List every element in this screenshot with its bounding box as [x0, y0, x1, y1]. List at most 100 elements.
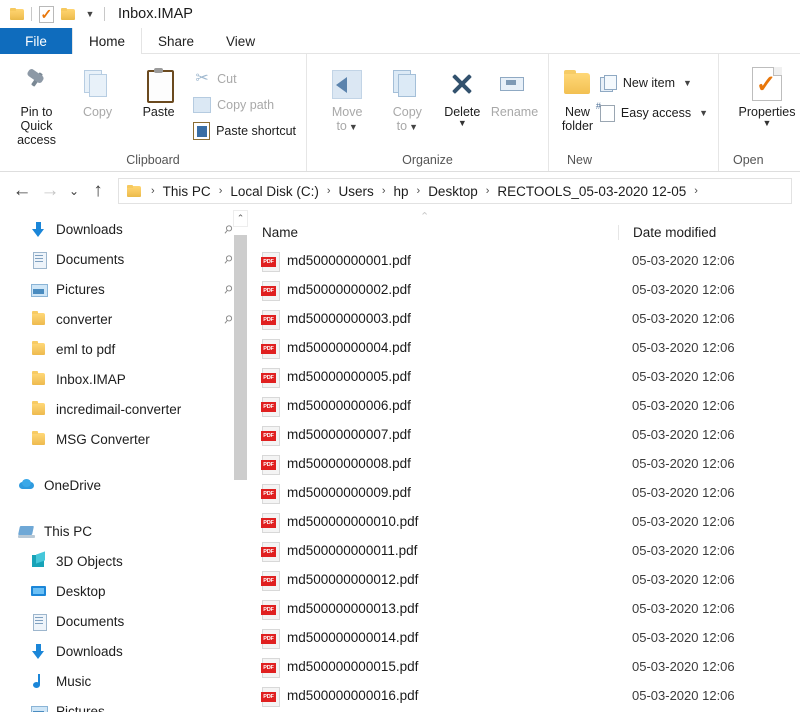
sidebar-item-downloads[interactable]: Downloads — [0, 636, 248, 666]
desktop-icon — [30, 583, 47, 600]
breadcrumb-rectools[interactable]: RECTOOLS_05-03-2020 12-05 — [494, 184, 689, 199]
table-row[interactable]: md50000000008.pdf 05-03-2020 12:06 — [248, 449, 800, 478]
table-row[interactable]: md50000000003.pdf 05-03-2020 12:06 — [248, 304, 800, 333]
column-header-name[interactable]: Name — [248, 225, 618, 240]
sidebar-item-documents[interactable]: Documents — [0, 606, 248, 636]
sidebar-item-this-pc[interactable]: This PC — [0, 516, 248, 546]
quick-access-properties-icon[interactable] — [35, 3, 57, 25]
file-name-cell[interactable]: md50000000007.pdf — [248, 425, 618, 446]
sidebar-item-eml-to-pdf[interactable]: eml to pdf — [0, 334, 248, 364]
copy-path-button[interactable]: Copy path — [189, 94, 300, 116]
delete-caret-icon[interactable]: ▼ — [458, 119, 467, 128]
nav-scroll-up-button[interactable]: ⌃ — [233, 210, 248, 227]
sidebar-item-onedrive[interactable]: OneDrive — [0, 470, 248, 500]
table-row[interactable]: md50000000004.pdf 05-03-2020 12:06 — [248, 333, 800, 362]
sidebar-item-3d-objects[interactable]: 3D Objects — [0, 546, 248, 576]
column-header-date-modified[interactable]: Date modified — [618, 225, 778, 240]
quick-access-new-folder-icon[interactable] — [57, 3, 79, 25]
file-name-cell[interactable]: md50000000005.pdf — [248, 367, 618, 388]
table-row[interactable]: md50000000001.pdf 05-03-2020 12:06 — [248, 246, 800, 275]
table-row[interactable]: md500000000014.pdf 05-03-2020 12:06 — [248, 623, 800, 652]
breadcrumb-local-disk[interactable]: Local Disk (C:) — [227, 184, 322, 199]
table-row[interactable]: md500000000015.pdf 05-03-2020 12:06 — [248, 652, 800, 681]
recent-locations-button[interactable]: ⌄ — [64, 176, 84, 206]
breadcrumb-this-pc[interactable]: This PC — [160, 184, 214, 199]
file-name-cell[interactable]: md500000000016.pdf — [248, 686, 618, 707]
copy-path-label: Copy path — [217, 98, 275, 112]
table-row[interactable]: md500000000012.pdf 05-03-2020 12:06 — [248, 565, 800, 594]
copy-to-button[interactable]: Copy to ▼ — [377, 62, 437, 134]
rename-button[interactable]: Rename — [487, 62, 542, 119]
new-folder-button[interactable]: New folder — [559, 62, 596, 133]
back-button[interactable]: ← — [8, 176, 36, 206]
tab-file[interactable]: File — [0, 28, 72, 54]
file-name-cell[interactable]: md50000000009.pdf — [248, 483, 618, 504]
file-name-cell[interactable]: md500000000011.pdf — [248, 541, 618, 562]
breadcrumb-users[interactable]: Users — [336, 184, 377, 199]
paste-button[interactable]: Paste — [128, 62, 189, 119]
pdf-icon — [261, 686, 280, 707]
easy-access-button[interactable]: Easy access ▼ — [596, 101, 712, 124]
table-row[interactable]: md50000000002.pdf 05-03-2020 12:06 — [248, 275, 800, 304]
file-name-cell[interactable]: md50000000008.pdf — [248, 454, 618, 475]
sidebar-item-converter[interactable]: converter ⚲ — [0, 304, 248, 334]
move-to-button[interactable]: Move to ▼ — [317, 62, 377, 134]
folder-icon — [30, 310, 47, 328]
file-name-cell[interactable]: md500000000015.pdf — [248, 657, 618, 678]
table-row[interactable]: md500000000017.pdf05-03-2020 12:06 — [248, 710, 800, 712]
paste-shortcut-button[interactable]: Paste shortcut — [189, 120, 300, 142]
forward-button[interactable]: → — [36, 176, 64, 206]
tab-share[interactable]: Share — [142, 28, 210, 54]
sidebar-item-pictures[interactable]: Pictures — [0, 696, 248, 712]
sidebar-item-documents[interactable]: Documents ⚲ — [0, 244, 248, 274]
properties-button[interactable]: Properties ▼ — [731, 62, 800, 128]
copy-button[interactable]: Copy — [67, 62, 128, 119]
file-name-cell[interactable]: md500000000014.pdf — [248, 628, 618, 649]
tab-view[interactable]: View — [210, 28, 271, 54]
file-name-cell[interactable]: md50000000004.pdf — [248, 338, 618, 359]
sidebar-item-inbox-imap[interactable]: Inbox.IMAP — [0, 364, 248, 394]
new-item-button[interactable]: New item ▼ — [596, 72, 712, 94]
file-name-cell[interactable]: md50000000006.pdf — [248, 396, 618, 417]
file-name-cell[interactable]: md500000000010.pdf — [248, 512, 618, 533]
table-row[interactable]: md500000000010.pdf 05-03-2020 12:06 — [248, 507, 800, 536]
table-row[interactable]: md50000000005.pdf 05-03-2020 12:06 — [248, 362, 800, 391]
breadcrumb-hp[interactable]: hp — [390, 184, 411, 199]
tab-home[interactable]: Home — [72, 28, 143, 54]
table-row[interactable]: md50000000009.pdf 05-03-2020 12:06 — [248, 478, 800, 507]
new-item-caret-icon[interactable]: ▼ — [683, 78, 692, 88]
sidebar-item-pictures[interactable]: Pictures ⚲ — [0, 274, 248, 304]
easy-access-caret-icon[interactable]: ▼ — [699, 108, 708, 118]
breadcrumb-desktop[interactable]: Desktop — [425, 184, 481, 199]
table-row[interactable]: md50000000007.pdf 05-03-2020 12:06 — [248, 420, 800, 449]
properties-caret-icon[interactable]: ▼ — [763, 119, 772, 128]
file-name-label: md50000000009.pdf — [287, 485, 411, 500]
table-row[interactable]: md500000000011.pdf 05-03-2020 12:06 — [248, 536, 800, 565]
copy-to-caret-icon[interactable]: ▼ — [409, 122, 418, 132]
cut-button[interactable]: ✂ Cut — [189, 68, 300, 90]
move-to-caret-icon[interactable]: ▼ — [349, 122, 358, 132]
sidebar-item-desktop[interactable]: Desktop — [0, 576, 248, 606]
sidebar-item-downloads[interactable]: Downloads ⚲ — [0, 214, 248, 244]
quick-access-folder-icon[interactable] — [6, 3, 28, 25]
sidebar-item-music[interactable]: Music — [0, 666, 248, 696]
up-button[interactable]: ↑ — [84, 176, 112, 206]
nav-scroll-thumb[interactable] — [234, 235, 247, 480]
customize-quick-access-caret-icon[interactable]: ▼ — [79, 3, 101, 25]
file-name-cell[interactable]: md50000000002.pdf — [248, 280, 618, 301]
onedrive-icon — [18, 477, 35, 494]
pin-to-quick-access-button[interactable]: Pin to Quick access — [6, 62, 67, 147]
address-breadcrumb-field[interactable]: › This PC › Local Disk (C:) › Users › hp… — [118, 178, 792, 204]
table-row[interactable]: md500000000013.pdf 05-03-2020 12:06 — [248, 594, 800, 623]
file-name-cell[interactable]: md500000000013.pdf — [248, 599, 618, 620]
navigation-scrollbar[interactable]: ⌃ — [233, 210, 248, 712]
table-row[interactable]: md500000000016.pdf 05-03-2020 12:06 — [248, 681, 800, 710]
sidebar-item-msg-converter[interactable]: MSG Converter — [0, 424, 248, 454]
file-name-cell[interactable]: md50000000003.pdf — [248, 309, 618, 330]
file-name-cell[interactable]: md500000000012.pdf — [248, 570, 618, 591]
table-row[interactable]: md50000000006.pdf 05-03-2020 12:06 — [248, 391, 800, 420]
breadcrumb-separator-icon: › — [151, 185, 155, 197]
sidebar-item-incredimail-converter[interactable]: incredimail-converter — [0, 394, 248, 424]
delete-button[interactable]: Delete ▼ — [437, 62, 487, 128]
file-name-cell[interactable]: md50000000001.pdf — [248, 251, 618, 272]
